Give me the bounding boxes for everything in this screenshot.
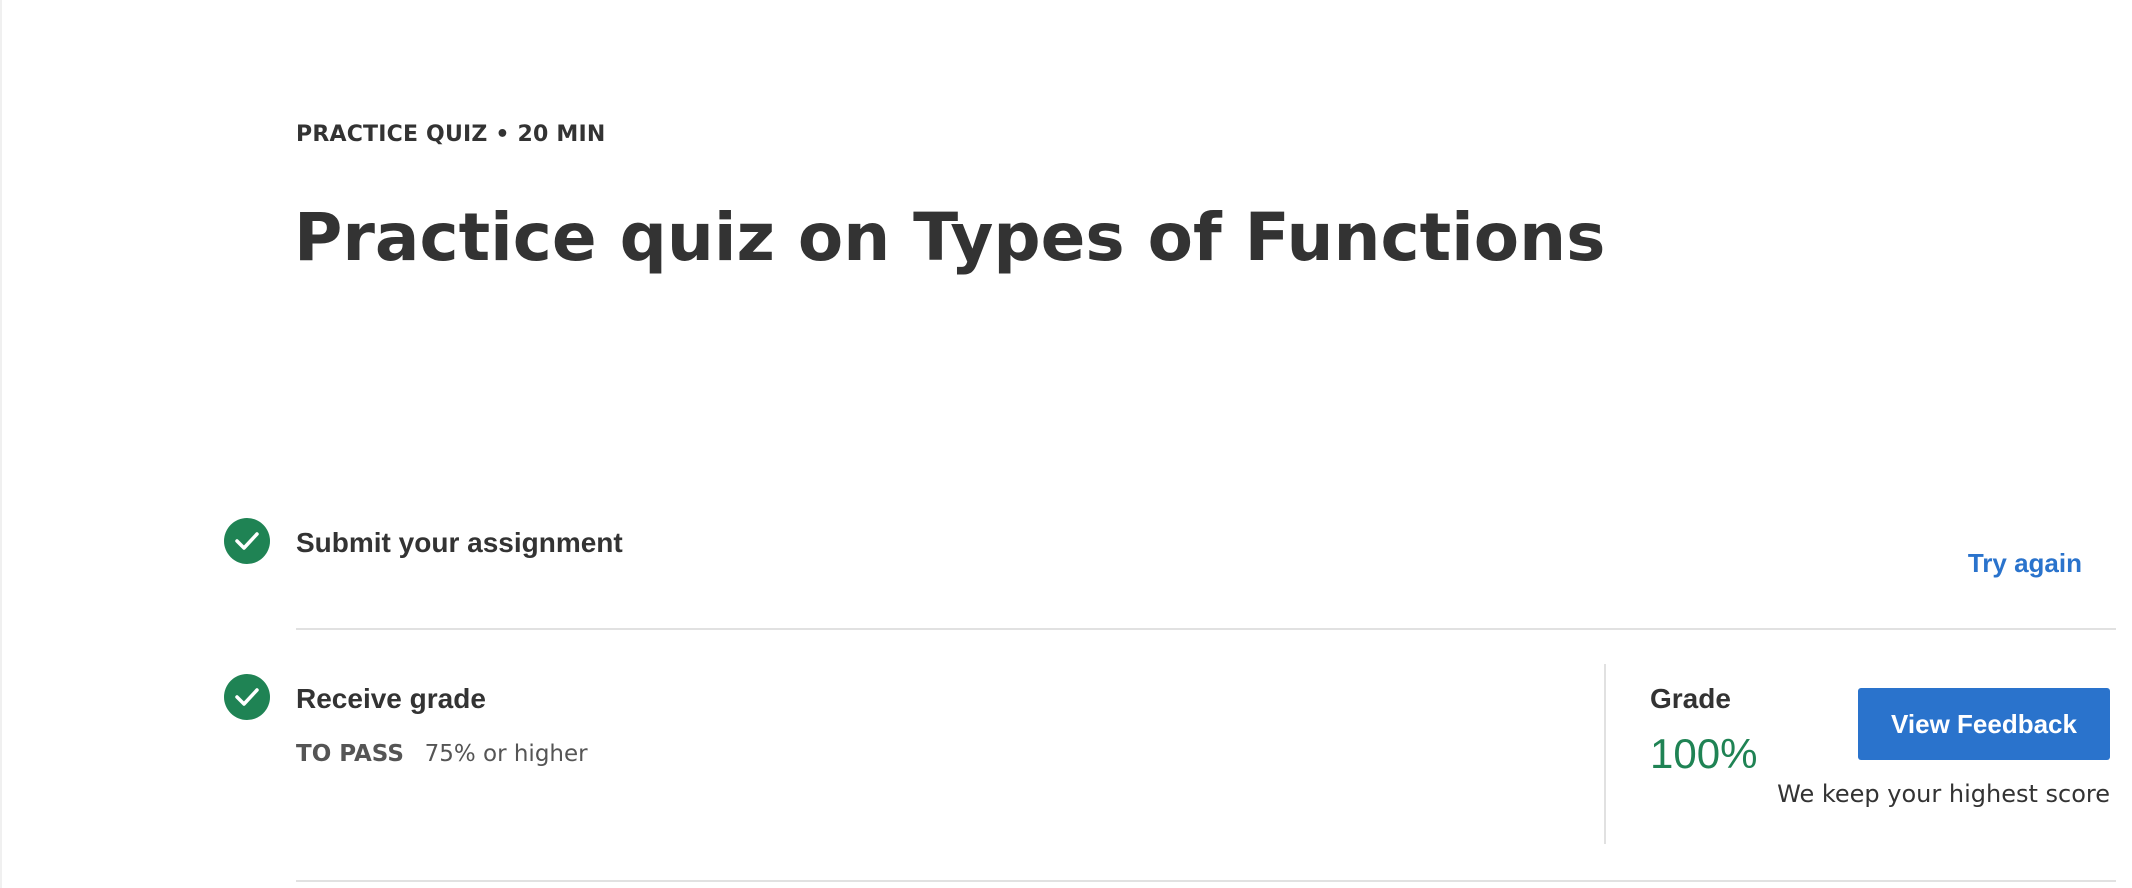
page-title: Practice quiz on Types of Functions [294,199,1606,276]
section-divider [296,628,2116,630]
grade-divider [1604,664,1606,844]
section-divider [296,880,2116,882]
check-circle-icon [224,674,270,720]
step-grade-title: Receive grade [296,683,486,714]
checkmark-icon [235,532,259,550]
quiz-meta: PRACTICE QUIZ • 20 MIN [296,122,606,147]
step-submit-title: Submit your assignment [296,527,623,558]
try-again-link[interactable]: Try again [1968,548,2082,579]
view-feedback-button[interactable]: View Feedback [1858,688,2110,760]
highest-score-note: We keep your highest score [1777,780,2110,808]
pass-requirement: TO PASS 75% or higher [296,740,588,768]
quiz-page: PRACTICE QUIZ • 20 MIN Practice quiz on … [0,0,2132,888]
grade-value: 100% [1650,730,1758,777]
grade-label: Grade [1650,683,1731,714]
pass-value: 75% or higher [424,741,588,767]
pass-label: TO PASS [296,741,404,767]
check-circle-icon [224,518,270,564]
checkmark-icon [235,688,259,706]
left-edge-border [0,0,2,888]
